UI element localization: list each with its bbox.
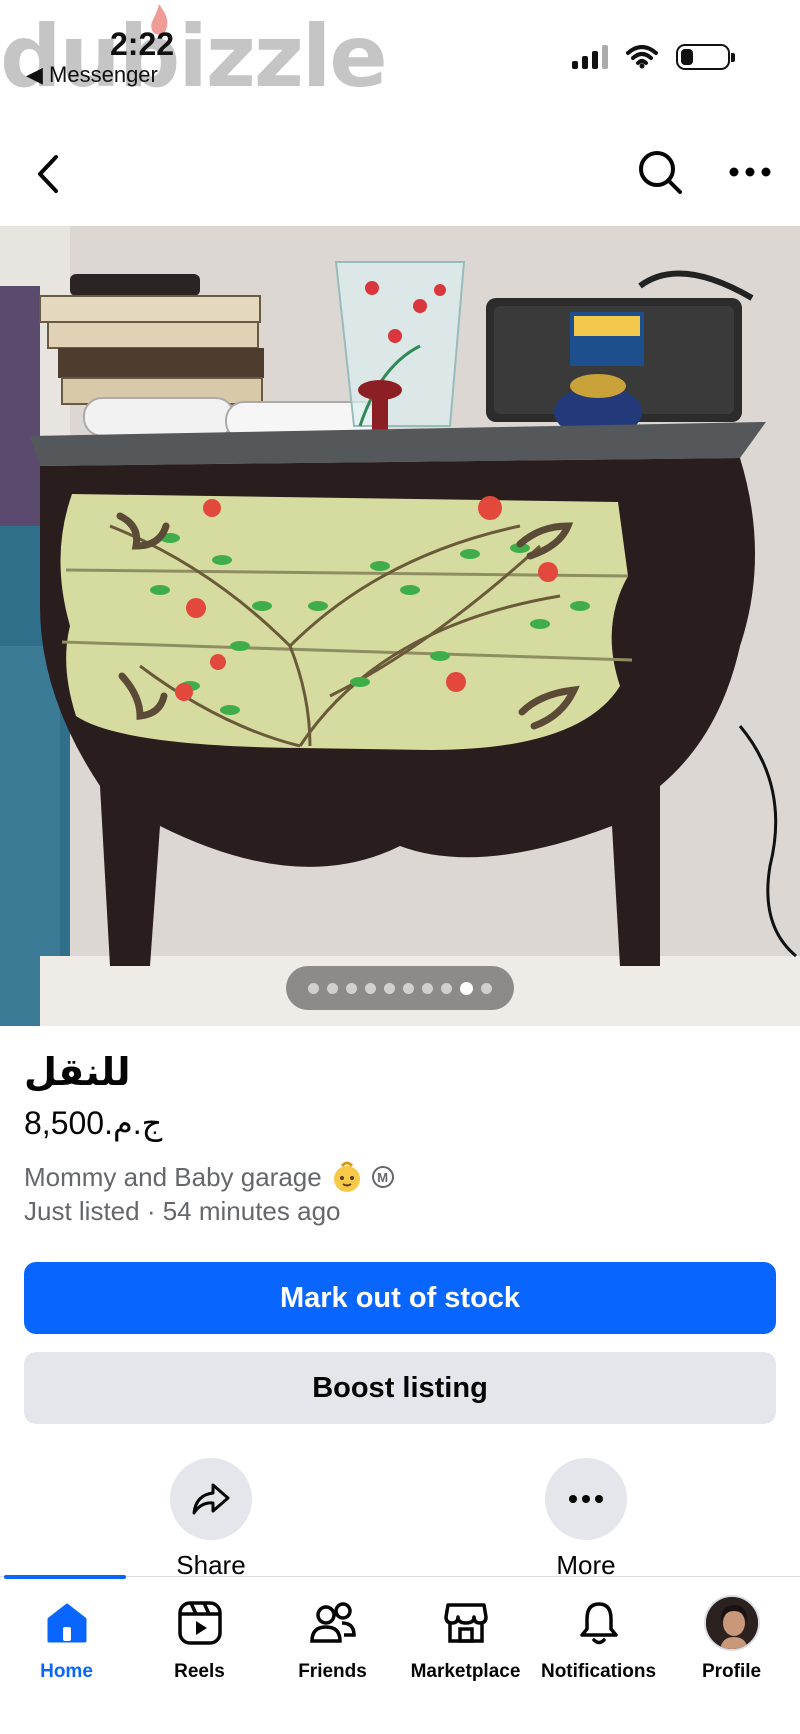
share-icon [192,1483,230,1515]
tab-marketplace[interactable]: Marketplace [399,1595,532,1683]
tab-marketplace-label: Marketplace [410,1661,521,1682]
tab-profile-label: Profile [701,1661,762,1682]
seller-row[interactable]: Mommy and Baby garage M [24,1160,394,1194]
more-action[interactable]: More [496,1458,676,1581]
search-icon [639,151,682,194]
ellipsis-icon [729,167,771,177]
photo-dot[interactable] [346,982,357,994]
listing-photo[interactable] [0,226,800,1026]
back-button[interactable] [26,148,70,200]
photo-dot[interactable] [403,982,414,994]
photo-dot[interactable] [460,981,473,995]
boost-listing-button[interactable]: Boost listing [24,1352,776,1424]
avatar [703,1595,760,1651]
battery-icon [676,44,735,70]
share-button[interactable] [170,1458,252,1540]
photo-dot[interactable] [384,982,395,994]
bell-icon [579,1602,618,1645]
mark-out-of-stock-button[interactable]: Mark out of stock [24,1262,776,1334]
dresser-illustration [0,226,800,1026]
tab-home-label: Home [40,1661,93,1682]
home-icon [47,1603,86,1643]
photo-dot[interactable] [481,982,492,994]
tab-notifications-label: Notifications [540,1661,657,1682]
top-navigation [0,128,800,218]
bottom-tab-bar: Home Reels Friends Marketplace Notificat… [0,1575,800,1734]
more-button[interactable] [545,1458,627,1540]
listing-title: للنقل [24,1050,131,1094]
tab-home[interactable]: Home [0,1595,133,1683]
active-tab-indicator [4,1575,126,1579]
ellipsis-icon [569,1495,603,1503]
photo-dot[interactable] [441,982,452,994]
clock: 2:22 [110,26,175,62]
tab-reels-label: Reels [174,1661,225,1682]
baby-emoji-icon [333,1161,360,1192]
tab-friends[interactable]: Friends [266,1595,399,1683]
photo-pagination[interactable] [286,966,514,1010]
tab-reels[interactable]: Reels [133,1595,266,1683]
marketplace-icon [443,1603,488,1643]
search-button[interactable] [632,144,688,200]
seller-name: Mommy and Baby garage [24,1161,322,1192]
more-options-button[interactable] [722,144,778,200]
share-action[interactable]: Share [121,1458,301,1581]
photo-dot[interactable] [327,982,338,994]
tab-friends-label: Friends [298,1661,367,1682]
wifi-icon [626,45,658,69]
cellular-signal-icon [572,45,608,69]
photo-dot[interactable] [308,982,319,994]
chevron-left-icon [38,155,58,193]
friends-icon [309,1602,356,1643]
reels-icon [177,1601,222,1645]
status-bar: dubizzle 2:22 ◀ Messenger [0,0,800,110]
marketplace-badge-icon: M [371,1166,394,1188]
tab-profile[interactable]: Profile [665,1595,798,1683]
photo-dot[interactable] [422,982,433,994]
listing-price: ج.م.8,500 [24,1105,163,1141]
tab-notifications[interactable]: Notifications [532,1595,665,1683]
photo-dot[interactable] [365,982,376,994]
back-to-messenger[interactable]: ◀ Messenger [26,62,158,88]
listing-time: Just listed · 54 minutes ago [24,1196,341,1226]
